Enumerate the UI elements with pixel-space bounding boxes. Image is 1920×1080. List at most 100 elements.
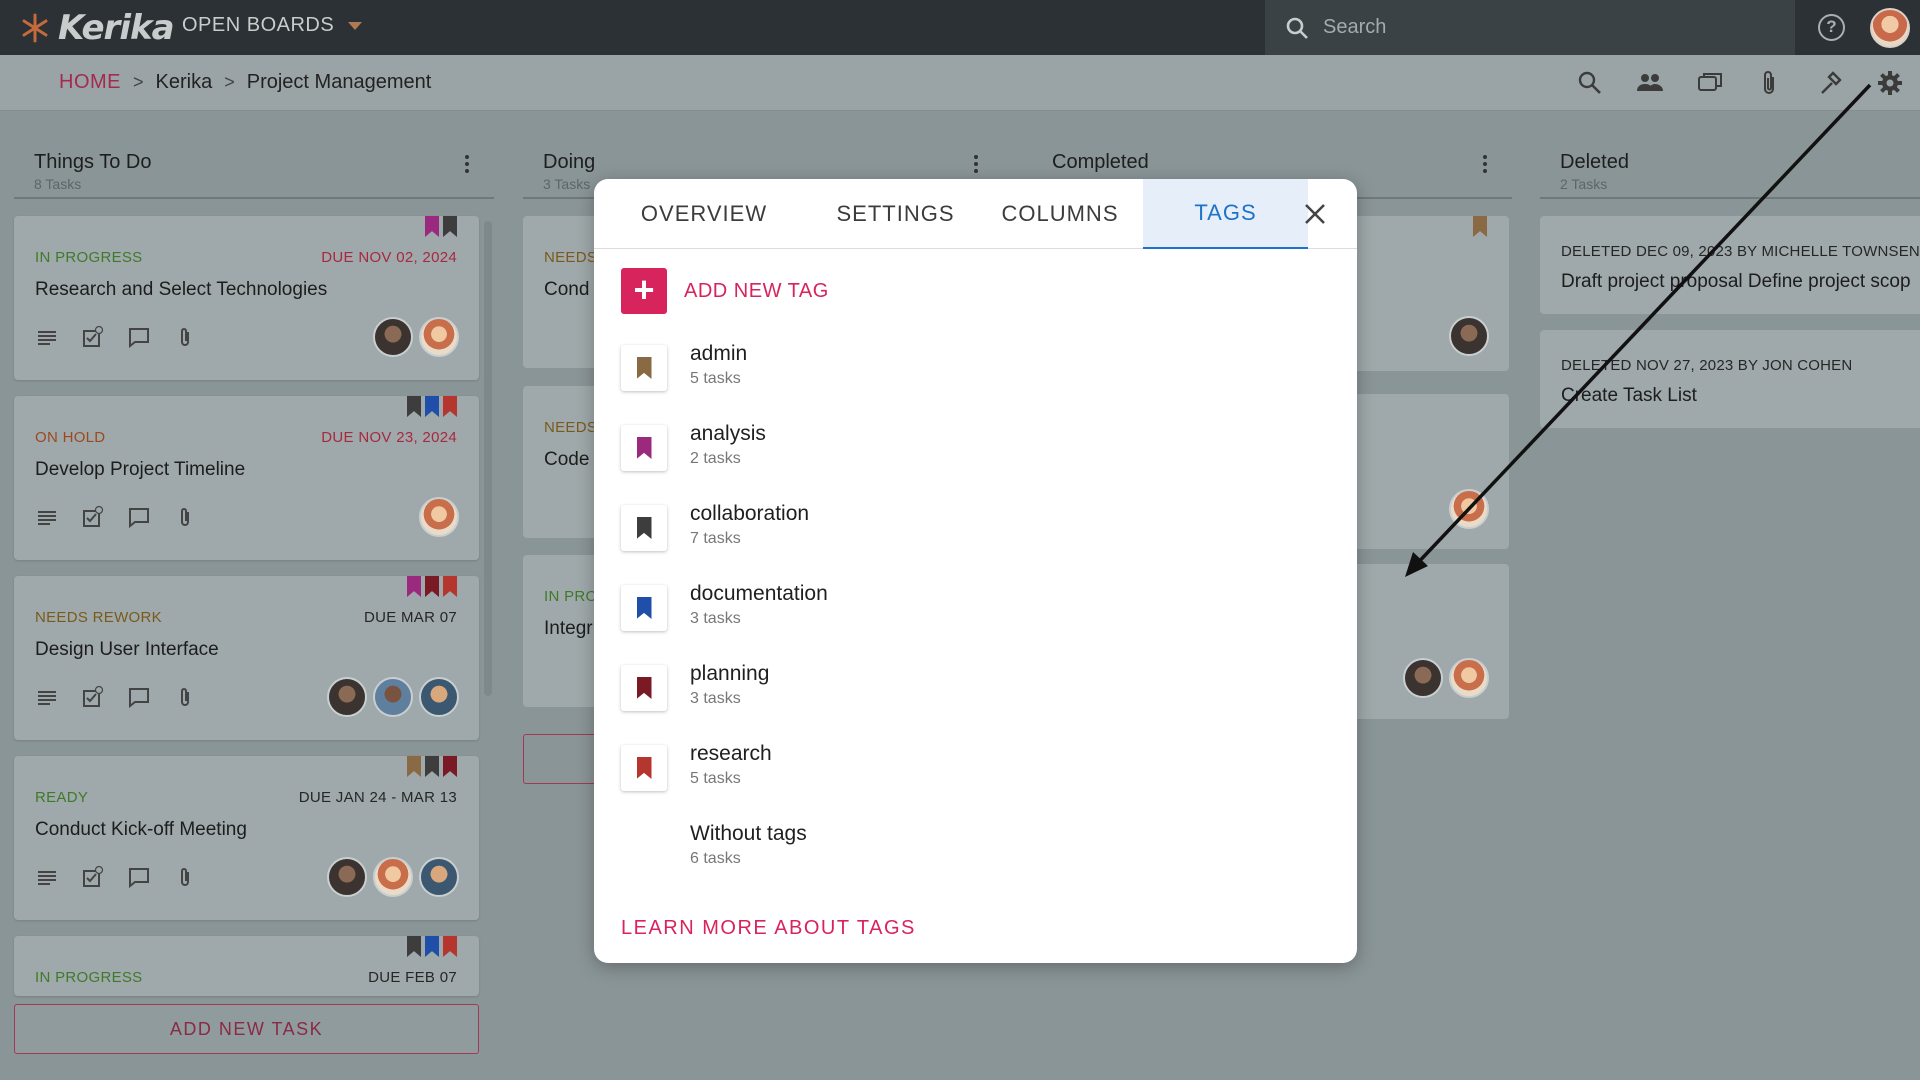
tag-bookmark-icon xyxy=(425,216,439,237)
board-tools xyxy=(1560,55,1920,111)
tag-item-analysis[interactable]: analysis 2 tasks xyxy=(621,420,1321,480)
gear-icon xyxy=(1878,71,1902,95)
breadcrumb-board: Project Management xyxy=(246,71,432,93)
avatar[interactable] xyxy=(1403,658,1443,698)
deleted-card[interactable]: DELETED DEC 09, 2023 BY MICHELLE TOWNSEN… xyxy=(1540,216,1920,314)
chat-button[interactable] xyxy=(1680,55,1740,111)
avatar[interactable] xyxy=(373,317,413,357)
avatar[interactable] xyxy=(1449,658,1489,698)
tab-columns[interactable]: COLUMNS xyxy=(977,179,1143,249)
tag-item-research[interactable]: research 5 tasks xyxy=(621,740,1321,800)
column-task-count: 2 Tasks xyxy=(1560,176,1608,192)
attachment-icon xyxy=(181,508,189,526)
avatar[interactable] xyxy=(419,317,459,357)
tag-count: 3 tasks xyxy=(690,690,741,707)
tag-item-admin[interactable]: admin 5 tasks xyxy=(621,340,1321,400)
deleted-card[interactable]: DELETED NOV 27, 2023 BY JON COHEN Create… xyxy=(1540,330,1920,428)
card-due-date: DUE JAN 24 - MAR 13 xyxy=(298,789,457,806)
tag-color-button[interactable] xyxy=(621,345,667,391)
checklist-icon xyxy=(83,686,104,707)
task-card[interactable]: IN PROGRESS DUE NOV 02, 2024 Research an… xyxy=(14,216,479,380)
card-due-date: DUE NOV 23, 2024 xyxy=(321,429,457,446)
attachments-button[interactable] xyxy=(1740,55,1800,111)
tag-item-collaboration[interactable]: collaboration 7 tasks xyxy=(621,500,1321,560)
tag-name: planning xyxy=(690,662,770,685)
column-task-count: 3 Tasks xyxy=(543,176,591,192)
tag-count: 5 tasks xyxy=(690,370,741,387)
column-title[interactable]: Deleted xyxy=(1560,151,1629,174)
chevron-down-icon xyxy=(348,21,363,30)
open-boards-menu[interactable]: OPEN BOARDS xyxy=(182,14,363,37)
tag-bookmark-icon xyxy=(425,396,439,417)
kerika-logo[interactable]: Kerika xyxy=(18,8,175,48)
attachment-icon xyxy=(1764,71,1774,94)
avatar[interactable] xyxy=(419,677,459,717)
task-card[interactable]: ON HOLD DUE NOV 23, 2024 Develop Project… xyxy=(14,396,479,560)
checklist-icon xyxy=(83,866,104,887)
tab-tags[interactable]: TAGS xyxy=(1143,179,1308,249)
search-icon xyxy=(1286,17,1308,39)
avatar[interactable] xyxy=(1449,489,1489,529)
task-card[interactable]: READY DUE JAN 24 - MAR 13 Conduct Kick-o… xyxy=(14,756,479,920)
tag-item-without-tags[interactable]: Without tags 6 tasks xyxy=(621,820,1321,880)
user-avatar[interactable] xyxy=(1870,8,1910,48)
card-icon-row xyxy=(36,506,196,528)
tag-name: analysis xyxy=(690,422,766,445)
avatar[interactable] xyxy=(419,857,459,897)
settings-button[interactable] xyxy=(1860,55,1920,111)
tag-item-planning[interactable]: planning 3 tasks xyxy=(621,660,1321,720)
bookmark-icon xyxy=(636,357,652,379)
learn-more-tags-link[interactable]: LEARN MORE ABOUT TAGS xyxy=(621,917,916,940)
avatar[interactable] xyxy=(327,857,367,897)
tag-color-button[interactable] xyxy=(621,505,667,551)
add-new-tag-button[interactable]: + ADD NEW TAG xyxy=(621,268,829,314)
global-search-input[interactable]: Search xyxy=(1265,0,1795,55)
breadcrumb-home[interactable]: HOME xyxy=(59,71,121,94)
tag-name: Without tags xyxy=(690,822,807,845)
avatar[interactable] xyxy=(373,677,413,717)
tag-bookmark-icon xyxy=(443,756,457,777)
logo-text: Kerika xyxy=(58,8,175,48)
avatar[interactable] xyxy=(373,857,413,897)
tag-color-button[interactable] xyxy=(621,425,667,471)
card-tags xyxy=(407,756,457,777)
tag-count: 2 tasks xyxy=(690,450,741,467)
tag-color-button[interactable] xyxy=(621,585,667,631)
close-icon[interactable] xyxy=(1300,199,1330,229)
bookmark-icon xyxy=(636,597,652,619)
tag-item-documentation[interactable]: documentation 3 tasks xyxy=(621,580,1321,640)
card-assignees xyxy=(327,677,459,717)
tab-settings[interactable]: SETTINGS xyxy=(814,179,977,249)
board-search-button[interactable] xyxy=(1560,55,1620,111)
attachment-icon xyxy=(181,688,189,706)
tag-bookmark-icon xyxy=(443,396,457,417)
column-scrollbar[interactable] xyxy=(484,221,492,696)
tab-overview[interactable]: OVERVIEW xyxy=(594,179,814,249)
card-title: Integr xyxy=(544,618,593,639)
column-title[interactable]: Things To Do xyxy=(34,151,151,174)
bookmark-icon xyxy=(636,517,652,539)
tag-count: 7 tasks xyxy=(690,530,741,547)
task-card[interactable]: NEEDS REWORK DUE MAR 07 Design User Inte… xyxy=(14,576,479,740)
column-title[interactable]: Doing xyxy=(543,151,595,174)
breadcrumb-org[interactable]: Kerika xyxy=(156,71,213,94)
tag-color-button[interactable] xyxy=(621,665,667,711)
tools-button[interactable] xyxy=(1800,55,1860,111)
task-card[interactable]: IN PROGRESS DUE FEB 07 xyxy=(14,936,479,996)
avatar[interactable] xyxy=(327,677,367,717)
card-assignees xyxy=(1449,489,1489,529)
tag-color-button[interactable] xyxy=(621,745,667,791)
avatar[interactable] xyxy=(419,497,459,537)
avatar[interactable] xyxy=(1449,316,1489,356)
team-button[interactable] xyxy=(1620,55,1680,111)
tag-count: 6 tasks xyxy=(690,850,741,867)
column-title[interactable]: Completed xyxy=(1052,151,1149,174)
add-new-task-button[interactable]: ADD NEW TASK xyxy=(14,1004,479,1054)
column-deleted: Deleted 2 Tasks DELETED DEC 09, 2023 BY … xyxy=(1540,111,1920,1080)
column-menu-icon[interactable] xyxy=(973,153,979,175)
deleted-card-title: Create Task List xyxy=(1561,385,1697,406)
top-bar: Kerika OPEN BOARDS Search ? xyxy=(0,0,1920,55)
column-menu-icon[interactable] xyxy=(464,153,470,175)
column-menu-icon[interactable] xyxy=(1482,153,1488,175)
help-icon[interactable]: ? xyxy=(1818,14,1845,41)
